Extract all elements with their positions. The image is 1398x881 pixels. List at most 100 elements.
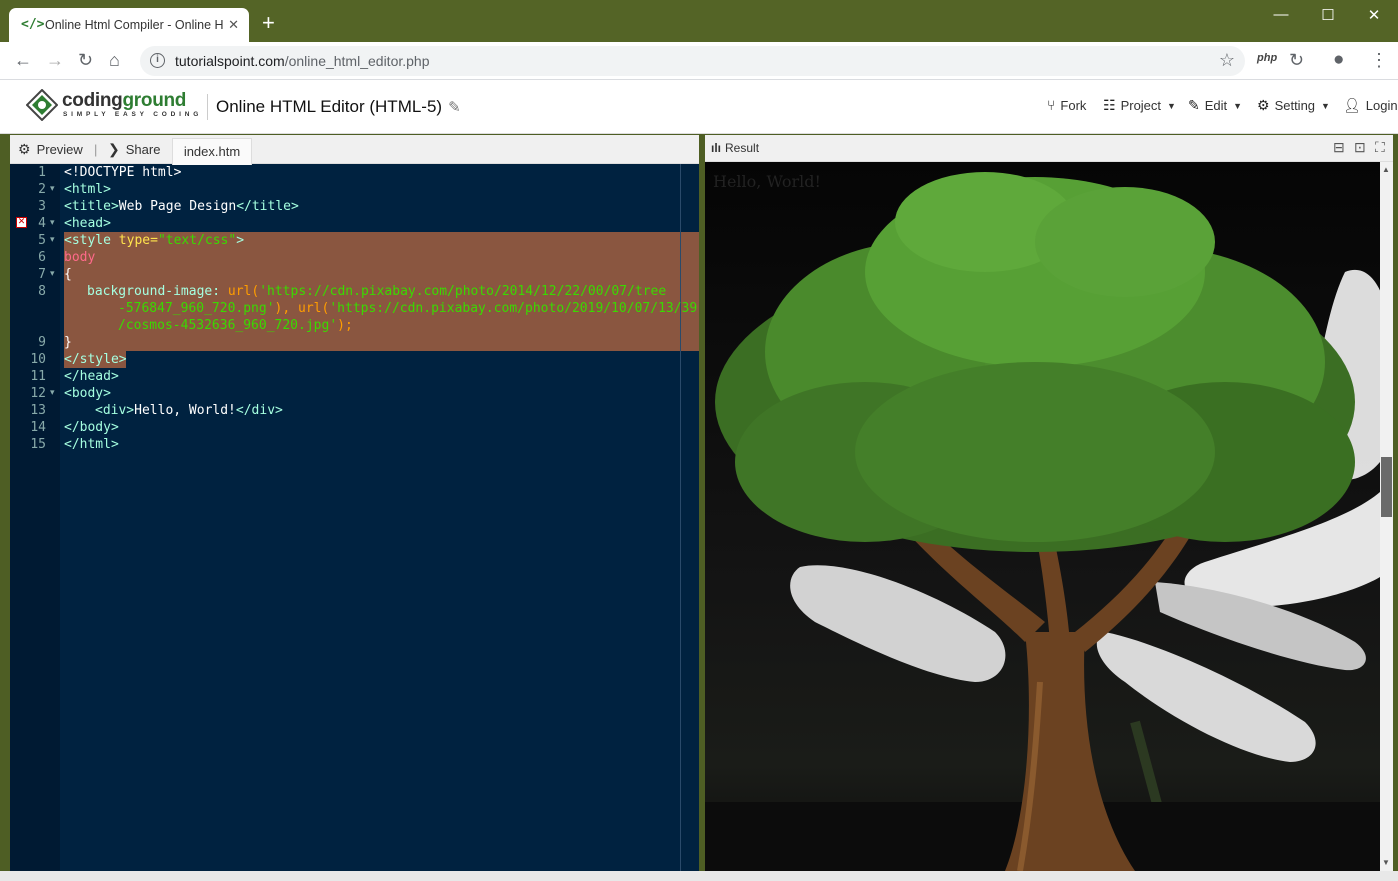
new-tab-button[interactable]: +: [262, 12, 275, 34]
code-line[interactable]: </head>: [64, 368, 119, 385]
line-number: 13: [30, 403, 46, 418]
error-marker-icon[interactable]: ✕: [16, 217, 27, 228]
result-scrollbar[interactable]: ▲ ▼: [1380, 162, 1393, 871]
scroll-up-arrow-icon[interactable]: ▲: [1382, 165, 1390, 174]
minimize-button[interactable]: —: [1266, 6, 1296, 23]
code-line[interactable]: <!DOCTYPE html>: [64, 164, 181, 181]
scrollbar-thumb[interactable]: [1381, 457, 1392, 517]
codingground-logo-icon[interactable]: [26, 89, 58, 121]
code-line[interactable]: background-image: url('https://cdn.pixab…: [87, 283, 666, 300]
line-number: 15: [30, 437, 46, 452]
fork-menu[interactable]: ⑂ Fork: [1047, 97, 1086, 113]
code-line[interactable]: </html>: [64, 436, 119, 453]
bookmark-star-icon[interactable]: ☆: [1219, 50, 1235, 71]
result-label: Result: [725, 141, 760, 155]
address-bar[interactable]: i tutorialspoint.com/online_html_editor.…: [140, 46, 1245, 76]
code-line-wrap[interactable]: -576847_960_720.png'), url('https://cdn.…: [118, 300, 697, 317]
status-bar: [0, 871, 1398, 881]
restore-icon[interactable]: ⊡: [1354, 139, 1366, 156]
code-line[interactable]: </body>: [64, 419, 119, 436]
close-tab-icon[interactable]: ✕: [228, 17, 239, 33]
chevron-down-icon: ▼: [1233, 100, 1243, 111]
browser-toolbar: ← → ↻ ⌂ i tutorialspoint.com/online_html…: [0, 42, 1398, 80]
code-line[interactable]: <body>: [64, 385, 111, 402]
forward-arrow-icon[interactable]: →: [46, 50, 64, 70]
edit-label: Edit: [1204, 98, 1228, 113]
fork-icon: ⑂: [1047, 97, 1056, 113]
edit-title-icon[interactable]: ✎: [448, 95, 461, 121]
line-number: 12: [30, 386, 46, 401]
code-line[interactable]: <html>: [64, 181, 111, 198]
line-number: 11: [30, 369, 46, 384]
fold-arrow-icon[interactable]: ▾: [50, 181, 55, 198]
code-line[interactable]: }: [64, 334, 72, 351]
fold-arrow-icon[interactable]: ▾: [50, 215, 55, 232]
sitemap-icon: ☷: [1103, 97, 1116, 113]
compress-icon[interactable]: ⊟: [1333, 139, 1345, 156]
line-number: 6: [38, 250, 46, 265]
share-button[interactable]: ❯ Share: [108, 141, 160, 158]
setting-label: Setting: [1274, 98, 1316, 113]
page-title: Online HTML Editor (HTML-5) ✎: [207, 94, 461, 120]
site-info-icon[interactable]: i: [150, 53, 165, 68]
edit-menu[interactable]: ✎ Edit ▼: [1188, 97, 1242, 114]
fullscreen-icon[interactable]: ⛶: [1375, 139, 1385, 156]
editor-toolbar: ⚙ Preview | ❯ Share index.htm: [10, 135, 699, 165]
editor-panel: ⚙ Preview | ❯ Share index.htm 1 2 3 4 5 …: [10, 135, 699, 871]
line-number: 14: [30, 420, 46, 435]
project-label: Project: [1120, 98, 1162, 113]
fold-arrow-icon[interactable]: ▾: [50, 266, 55, 283]
refresh-extension-icon[interactable]: ↻: [1289, 50, 1304, 70]
browser-titlebar: </> Online Html Compiler - Online H ✕ + …: [0, 0, 1398, 42]
line-number: 7: [38, 267, 46, 282]
code-favicon-icon: </>: [21, 17, 45, 32]
line-number: 8: [38, 284, 46, 299]
brand-tagline: SIMPLY EASY CODING: [63, 111, 203, 118]
file-tab-index[interactable]: index.htm: [172, 138, 252, 165]
bar-chart-icon: ılı: [711, 141, 722, 155]
result-panel: ılı Result ⊟ ⊡ ⛶ Hello, World! ▲ ▼: [705, 135, 1393, 871]
profile-avatar-icon[interactable]: ●: [1333, 50, 1344, 70]
code-line[interactable]: body: [64, 249, 95, 266]
maximize-button[interactable]: ☐: [1313, 6, 1343, 24]
code-line[interactable]: <style type="text/css">: [64, 232, 244, 249]
edit-icon: ✎: [1188, 97, 1200, 113]
fold-arrow-icon[interactable]: ▾: [50, 385, 55, 402]
preview-button[interactable]: ⚙ Preview: [18, 141, 83, 158]
php-extension-icon[interactable]: php: [1257, 52, 1277, 64]
browser-tab[interactable]: </> Online Html Compiler - Online H ✕: [9, 8, 249, 42]
code-line-wrap[interactable]: /cosmos-4532636_960_720.jpg');: [118, 317, 353, 334]
user-icon: 👤︎: [1343, 97, 1361, 113]
login-link[interactable]: 👤︎ Login: [1343, 97, 1398, 114]
line-number: 3: [38, 199, 46, 214]
result-tab[interactable]: ılı Result: [711, 141, 759, 155]
code-line[interactable]: </style>: [64, 351, 127, 368]
reload-icon[interactable]: ↻: [78, 50, 93, 70]
back-arrow-icon[interactable]: ←: [14, 50, 32, 70]
result-toolbar: ılı Result ⊟ ⊡ ⛶: [705, 135, 1393, 162]
background-scene-image: [705, 172, 1380, 871]
code-line[interactable]: {: [64, 266, 72, 283]
share-label: Share: [125, 142, 161, 157]
brand-name[interactable]: codingground: [62, 90, 186, 112]
site-header: codingground SIMPLY EASY CODING Online H…: [0, 80, 1398, 134]
project-menu[interactable]: ☷ Project ▼: [1103, 97, 1176, 114]
hello-world-text: Hello, World!: [713, 172, 821, 191]
code-line[interactable]: <head>: [64, 215, 111, 232]
url-text[interactable]: tutorialspoint.com/online_html_editor.ph…: [175, 53, 430, 69]
line-number: 10: [30, 352, 46, 367]
scroll-down-arrow-icon[interactable]: ▼: [1382, 858, 1390, 867]
line-number: 2: [38, 182, 46, 197]
home-icon[interactable]: ⌂: [109, 50, 120, 70]
browser-menu-icon[interactable]: ⋮: [1370, 50, 1388, 70]
code-line[interactable]: <div>Hello, World!</div>: [95, 402, 283, 419]
code-line[interactable]: <title>Web Page Design</title>: [64, 198, 299, 215]
line-number: 1: [38, 165, 46, 180]
fold-arrow-icon[interactable]: ▾: [50, 232, 55, 249]
result-viewport[interactable]: Hello, World!: [705, 162, 1380, 871]
gear-icon: ⚙: [1257, 97, 1270, 113]
close-window-button[interactable]: ✕: [1359, 6, 1389, 24]
login-label: Login: [1365, 98, 1398, 113]
chevron-down-icon: ▼: [1167, 100, 1176, 111]
setting-menu[interactable]: ⚙ Setting ▼: [1257, 97, 1330, 114]
